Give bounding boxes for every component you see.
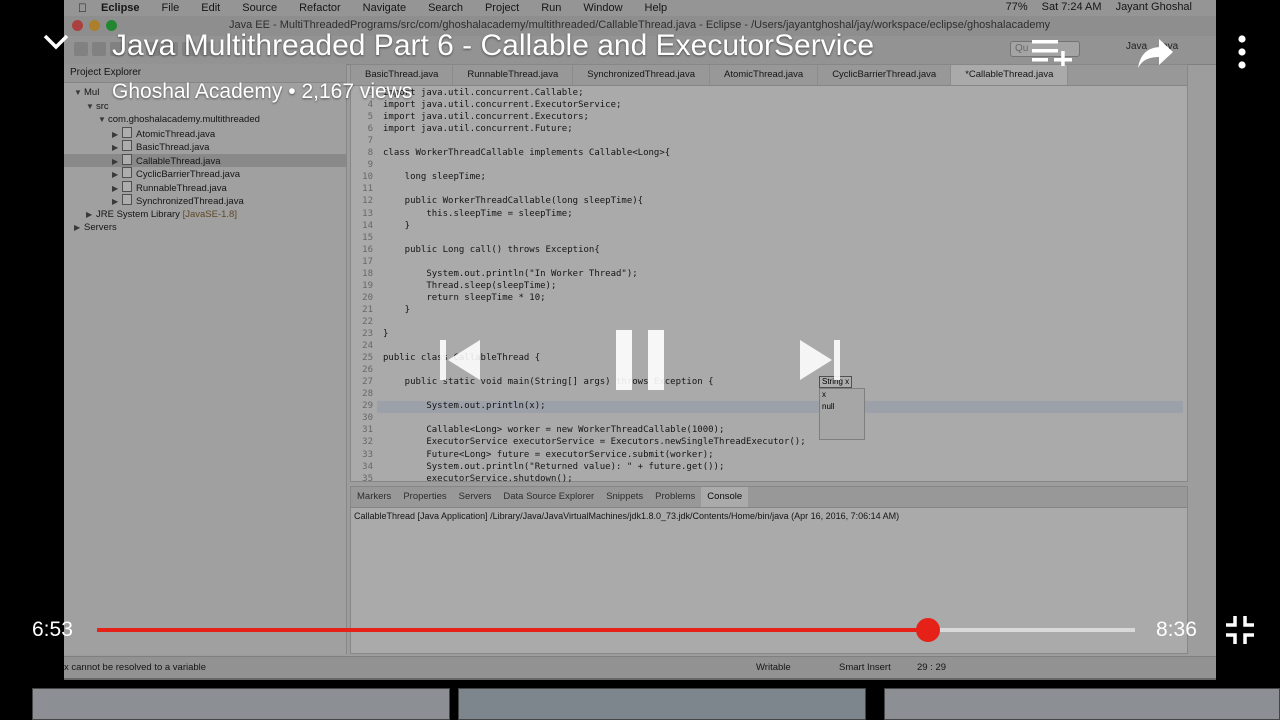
share-icon[interactable] [1137,36,1175,75]
total-time: 8:36 [1156,618,1197,641]
progress-fill [97,628,929,632]
pause-icon[interactable] [614,328,666,397]
current-time: 6:53 [32,618,73,641]
channel-views: Ghoshal Academy • 2,167 views [112,80,413,103]
next-icon[interactable] [798,338,842,387]
previous-icon[interactable] [438,338,482,387]
video-title: Java Multithreaded Part 6 - Callable and… [112,29,875,62]
progress-bar[interactable] [97,618,1135,642]
collapse-chevron-icon[interactable] [40,28,72,61]
add-to-playlist-icon[interactable] [1032,38,1074,71]
exit-fullscreen-icon[interactable] [1225,615,1255,650]
more-options-icon[interactable] [1236,35,1248,74]
